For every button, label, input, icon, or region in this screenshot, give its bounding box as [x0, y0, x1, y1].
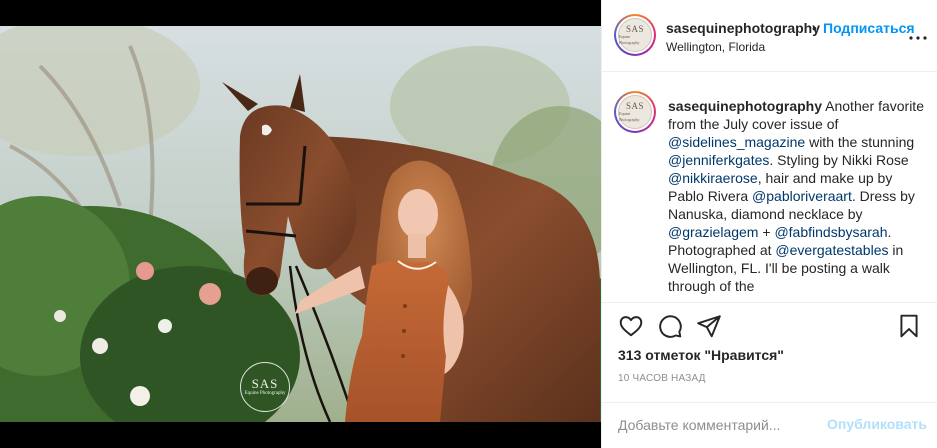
mention-link[interactable]: @evergatestables — [775, 242, 888, 258]
heart-icon[interactable] — [618, 313, 644, 339]
avatar-logo-subtext: Equine Photography — [619, 33, 640, 45]
mention-link[interactable]: @nikkiraerose — [668, 170, 758, 186]
mention-link[interactable]: @sidelines_magazine — [668, 134, 805, 150]
avatar-logo: SAS Equine Photography — [618, 18, 652, 52]
caption-username[interactable]: sasequinephotography — [668, 98, 822, 114]
caption-avatar[interactable]: SAS Equine Photography — [614, 91, 656, 133]
bookmark-icon[interactable] — [896, 313, 922, 339]
watermark-logo: SAS Equine Photography — [240, 362, 290, 412]
post-header: SAS Equine Photography sasequinephotogra… — [602, 0, 937, 72]
post-caption: sasequinephotography Another favorite fr… — [668, 97, 930, 295]
avatar-logo: SAS Equine Photography — [618, 95, 652, 129]
caption-text: . Styling by Nikki Rose — [769, 152, 909, 168]
instagram-post-modal: SAS Equine Photography SAS Equine Photog… — [0, 0, 937, 448]
avatar-logo-subtext: Equine Photography — [619, 110, 640, 122]
caption-text: with the stunning — [805, 134, 915, 150]
avatar[interactable]: SAS Equine Photography — [614, 14, 656, 56]
avatar-ring: SAS Equine Photography — [616, 16, 654, 54]
comments-area[interactable]: SAS Equine Photography sasequinephotogra… — [602, 73, 937, 301]
location-link[interactable]: Wellington, Florida — [666, 40, 765, 54]
photo-illustration — [0, 26, 601, 422]
mention-link[interactable]: @grazielagem — [668, 224, 758, 240]
comment-input[interactable] — [618, 415, 818, 435]
comment-icon[interactable] — [657, 313, 683, 339]
avatar-logo-text: SAS — [625, 100, 644, 111]
mention-link[interactable]: @pabloriveraart — [752, 188, 852, 204]
avatar-logo-text: SAS — [625, 23, 644, 34]
likes-count[interactable]: 313 отметок "Нравится" — [618, 347, 784, 363]
post-timestamp[interactable]: 10 часов назад — [618, 373, 706, 384]
mention-link[interactable]: @fabfindsbysarah — [774, 224, 887, 240]
post-side-panel: SAS Equine Photography sasequinephotogra… — [601, 0, 937, 448]
follow-button[interactable]: Подписаться — [823, 20, 915, 36]
mention-link[interactable]: @jenniferkgates — [668, 152, 769, 168]
separator-dot: • — [812, 20, 817, 36]
more-horizontal-icon[interactable] — [906, 26, 930, 55]
watermark-subtext: Equine Photography — [244, 391, 286, 396]
header-username[interactable]: sasequinephotography — [666, 20, 820, 36]
paper-plane-icon[interactable] — [696, 313, 722, 339]
publish-button[interactable]: Опубликовать — [827, 416, 927, 432]
post-photo[interactable]: SAS Equine Photography — [0, 26, 601, 422]
watermark-text: SAS — [251, 376, 279, 391]
add-comment-bar: Опубликовать — [602, 402, 937, 448]
avatar-ring: SAS Equine Photography — [616, 93, 654, 131]
caption-text: + — [758, 224, 775, 240]
